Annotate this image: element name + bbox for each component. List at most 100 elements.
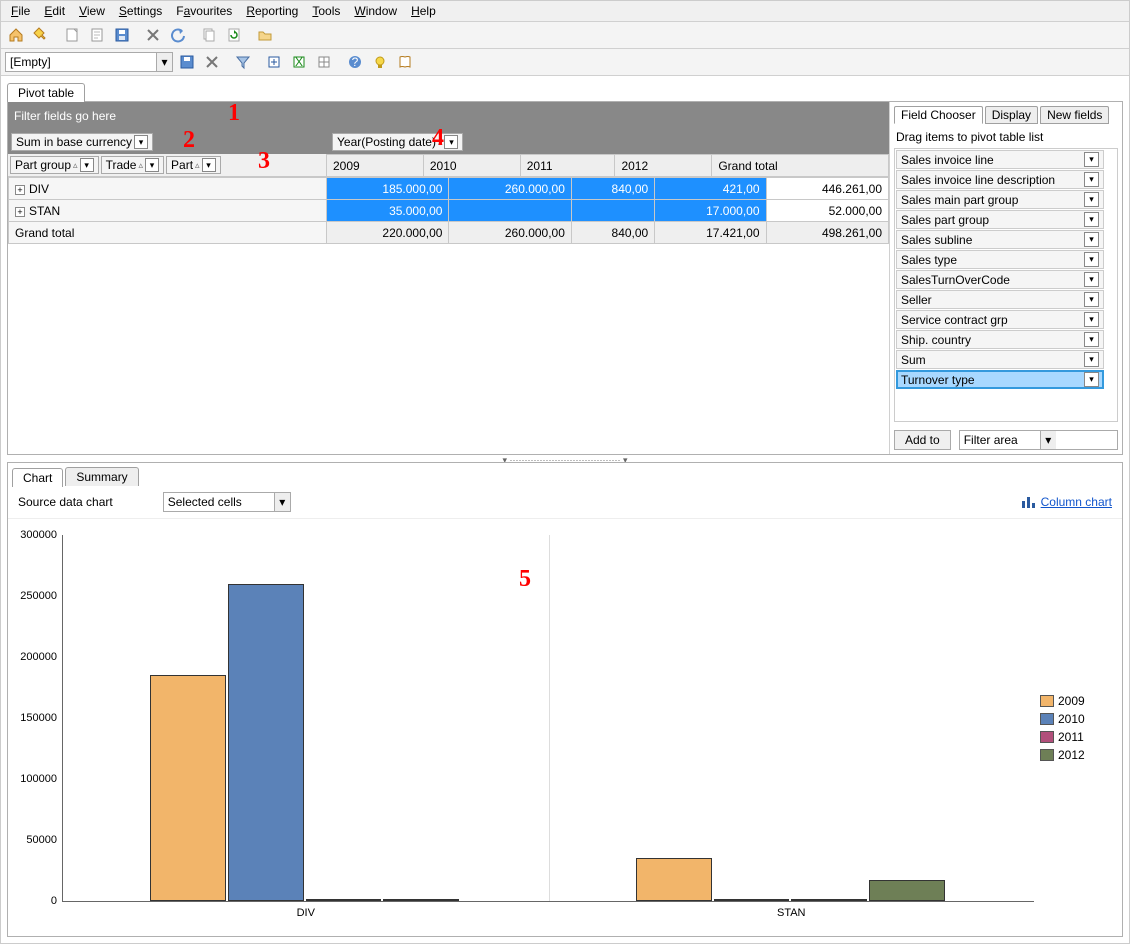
field-item[interactable]: Service contract grp▾ <box>896 310 1104 329</box>
new-icon[interactable] <box>61 24 83 46</box>
home-icon[interactable] <box>5 24 27 46</box>
row-header[interactable]: +STAN <box>9 200 327 222</box>
open-folder-icon[interactable] <box>254 24 276 46</box>
chevron-down-icon[interactable]: ▾ <box>1084 232 1099 247</box>
row-field-trade[interactable]: Trade▵▾ <box>101 156 164 174</box>
col-header[interactable]: 2012 <box>615 155 712 177</box>
undo-icon[interactable] <box>167 24 189 46</box>
chevron-down-icon[interactable]: ▾ <box>1084 252 1099 267</box>
chevron-down-icon[interactable]: ▾ <box>1084 372 1099 387</box>
field-item[interactable]: Sales main part group▾ <box>896 190 1104 209</box>
chevron-down-icon[interactable]: ▾ <box>134 135 148 149</box>
pivot-data[interactable]: +DIV185.000,00260.000,00840,00421,00446.… <box>8 177 889 244</box>
row-header[interactable]: +DIV <box>9 178 327 200</box>
tab-new-fields[interactable]: New fields <box>1040 106 1109 124</box>
chevron-down-icon[interactable]: ▾ <box>444 135 458 149</box>
refresh-icon[interactable] <box>223 24 245 46</box>
chevron-down-icon[interactable]: ▾ <box>1084 172 1099 187</box>
toolbar-main <box>1 22 1129 49</box>
row-field-part-group[interactable]: Part group▵▾ <box>10 156 99 174</box>
data-cell[interactable]: 446.261,00 <box>766 178 889 200</box>
horizontal-splitter[interactable]: ▾ ····································· … <box>1 455 1129 462</box>
field-item[interactable]: Turnover type▾ <box>896 370 1104 389</box>
col-header[interactable]: Grand total <box>712 155 889 177</box>
menu-favourites[interactable]: Favourites <box>170 3 238 19</box>
chevron-down-icon[interactable]: ▾ <box>1084 332 1099 347</box>
toolbar-secondary: [Empty] ▾ X ? <box>1 49 1129 76</box>
field-item[interactable]: Sales invoice line▾ <box>896 150 1104 169</box>
chevron-down-icon[interactable]: ▾ <box>1040 431 1056 449</box>
field-item[interactable]: Sales invoice line description▾ <box>896 170 1104 189</box>
export-icon[interactable] <box>263 51 285 73</box>
chevron-down-icon[interactable]: ▾ <box>274 493 290 511</box>
menu-settings[interactable]: Settings <box>113 3 168 19</box>
edit-icon[interactable] <box>86 24 108 46</box>
tab-display[interactable]: Display <box>985 106 1038 124</box>
save-icon[interactable] <box>111 24 133 46</box>
chevron-down-icon[interactable]: ▾ <box>156 53 172 71</box>
expand-icon[interactable]: + <box>15 207 25 217</box>
add-to-destination-combo[interactable]: Filter area ▾ <box>959 430 1118 450</box>
menu-reporting[interactable]: Reporting <box>240 3 304 19</box>
chevron-down-icon[interactable]: ▾ <box>1084 312 1099 327</box>
col-header[interactable]: 2010 <box>423 155 520 177</box>
chevron-down-icon[interactable]: ▾ <box>1084 192 1099 207</box>
menu-window[interactable]: Window <box>348 3 403 19</box>
filter-icon[interactable] <box>232 51 254 73</box>
add-to-button[interactable]: Add to <box>894 430 951 450</box>
field-item[interactable]: Sum▾ <box>896 350 1104 369</box>
chevron-down-icon[interactable]: ▾ <box>1084 352 1099 367</box>
menu-file[interactable]: File <box>5 3 36 19</box>
annotation-2: 2 <box>183 127 195 154</box>
chevron-down-icon[interactable]: ▾ <box>1084 212 1099 227</box>
chart-plot: 5 050000100000150000200000250000300000DI… <box>14 525 1036 930</box>
grid-icon[interactable] <box>313 51 335 73</box>
clear-icon[interactable] <box>201 51 223 73</box>
tab-field-chooser[interactable]: Field Chooser <box>894 106 983 124</box>
field-item[interactable]: Sales type▾ <box>896 250 1104 269</box>
row-field-part[interactable]: Part▵▾ <box>166 156 221 174</box>
menu-edit[interactable]: Edit <box>38 3 71 19</box>
help-icon[interactable]: ? <box>344 51 366 73</box>
copy-icon[interactable] <box>198 24 220 46</box>
data-cell[interactable]: 421,00 <box>655 178 766 200</box>
export-excel-icon[interactable]: X <box>288 51 310 73</box>
data-cell[interactable]: 840,00 <box>571 178 654 200</box>
menu-tools[interactable]: Tools <box>306 3 346 19</box>
delete-icon[interactable] <box>142 24 164 46</box>
tab-chart[interactable]: Chart <box>12 468 63 487</box>
tab-summary[interactable]: Summary <box>65 467 138 486</box>
data-cell[interactable]: 52.000,00 <box>766 200 889 222</box>
chevron-down-icon[interactable]: ▾ <box>1084 292 1099 307</box>
chevron-down-icon[interactable]: ▾ <box>1084 272 1099 287</box>
filter-drop-area[interactable]: Filter fields go here 1 <box>8 102 889 130</box>
view-combo[interactable]: [Empty] ▾ <box>5 52 173 72</box>
field-list[interactable]: Sales invoice line▾Sales invoice line de… <box>894 148 1118 422</box>
source-combo[interactable]: Selected cells ▾ <box>163 492 291 512</box>
bulb-icon[interactable] <box>369 51 391 73</box>
field-item[interactable]: Sales part group▾ <box>896 210 1104 229</box>
data-cell[interactable]: 260.000,00 <box>449 178 571 200</box>
data-cell[interactable]: 185.000,00 <box>327 178 449 200</box>
data-field-chip[interactable]: Sum in base currency ▾ <box>11 133 153 151</box>
column-chart-link[interactable]: Column chart <box>1041 495 1112 509</box>
field-item[interactable]: SalesTurnOverCode▾ <box>896 270 1104 289</box>
data-cell[interactable] <box>571 200 654 222</box>
field-item[interactable]: Sales subline▾ <box>896 230 1104 249</box>
pin-icon[interactable] <box>30 24 52 46</box>
field-item[interactable]: Seller▾ <box>896 290 1104 309</box>
expand-icon[interactable]: + <box>15 185 25 195</box>
data-cell[interactable]: 35.000,00 <box>327 200 449 222</box>
chevron-down-icon[interactable]: ▾ <box>1084 152 1099 167</box>
book-icon[interactable] <box>394 51 416 73</box>
menu-view[interactable]: View <box>73 3 111 19</box>
data-cell[interactable] <box>449 200 571 222</box>
col-header[interactable]: 2011 <box>520 155 615 177</box>
tab-pivot-table[interactable]: Pivot table <box>7 83 85 102</box>
bar <box>636 858 712 901</box>
save-layout-icon[interactable] <box>176 51 198 73</box>
data-cell[interactable]: 17.000,00 <box>655 200 766 222</box>
menu-help[interactable]: Help <box>405 3 442 19</box>
field-item[interactable]: Ship. country▾ <box>896 330 1104 349</box>
col-header[interactable]: 2009 <box>327 155 424 177</box>
